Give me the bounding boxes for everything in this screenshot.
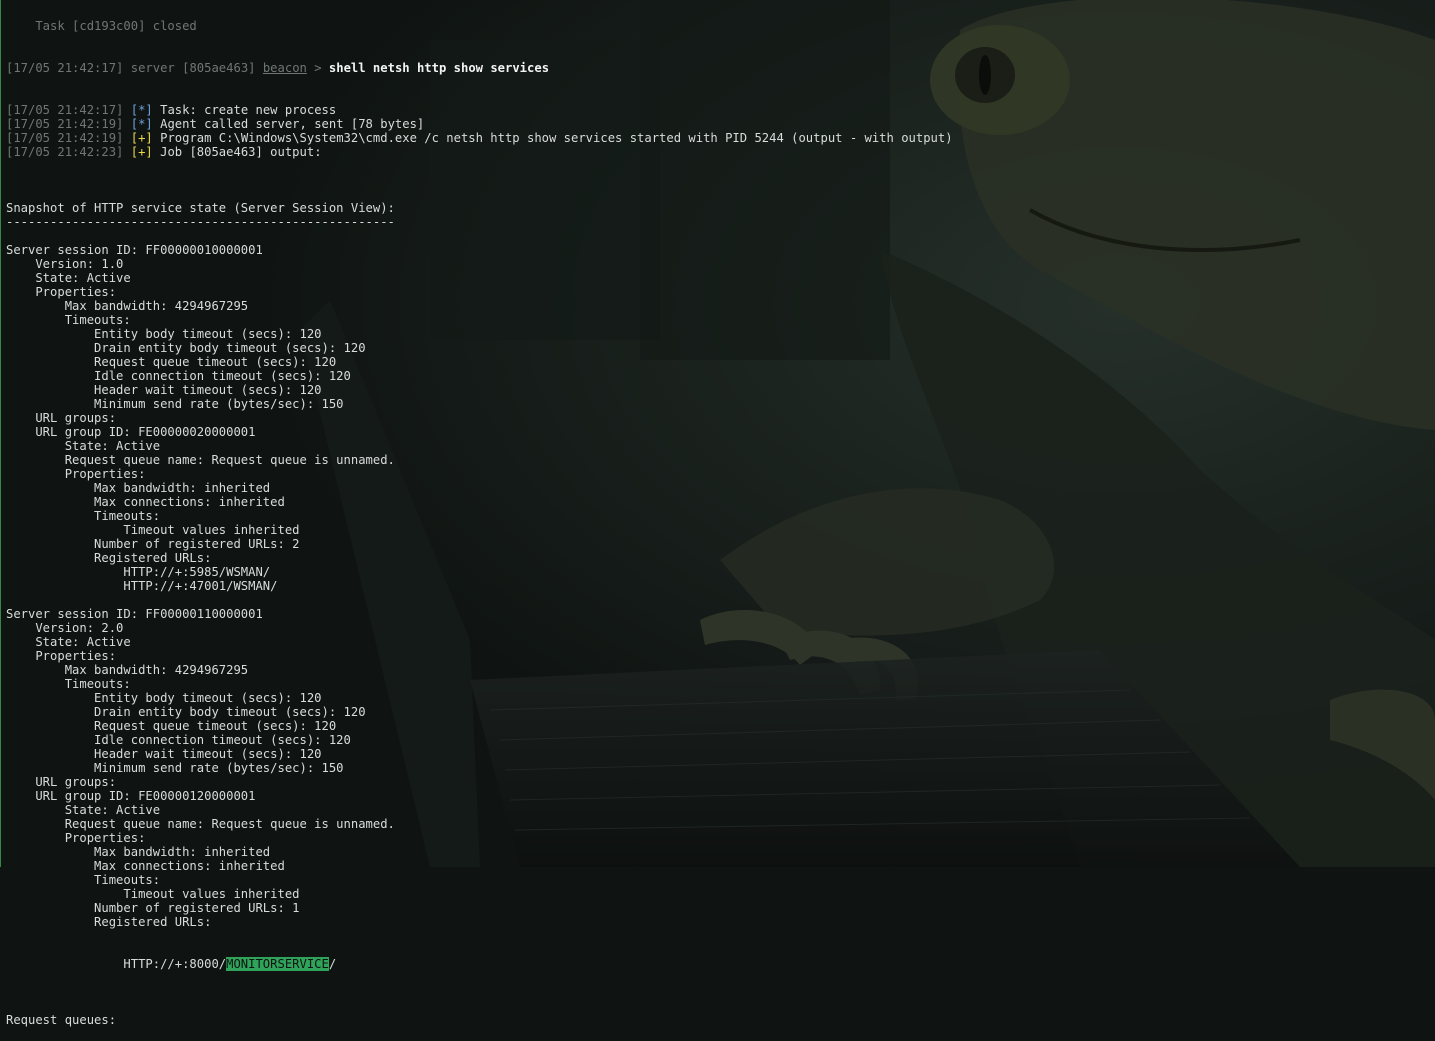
output-line: Drain entity body timeout (secs): 120: [6, 705, 366, 719]
output-line: HTTP://+:5985/WSMAN/: [6, 565, 271, 579]
output-line: Max connections: inherited: [6, 495, 285, 509]
output-line: Snapshot of HTTP service state (Server S…: [6, 201, 395, 215]
prompt-server: server: [130, 61, 175, 75]
log-timestamp: [17/05 21:42:23]: [6, 145, 124, 159]
prompt-timestamp: [17/05 21:42:17]: [6, 61, 124, 75]
output-line: Number of registered URLs: 2: [6, 537, 300, 551]
prompt-agent-id: [805ae463]: [182, 61, 256, 75]
output-line: URL groups:: [6, 411, 117, 425]
output-line: Properties:: [6, 285, 117, 299]
output-line: State: Active: [6, 803, 161, 817]
output-line: Max bandwidth: inherited: [6, 481, 271, 495]
output-line: Request queue name: Request queue is unn…: [6, 453, 395, 467]
prompt-agent-name[interactable]: beacon: [263, 61, 307, 75]
log-text: Job [805ae463] output:: [160, 145, 322, 159]
output-line: Max connections: inherited: [6, 859, 285, 873]
output-line: Max bandwidth: 4294967295: [6, 299, 249, 313]
output-line: Timeouts:: [6, 873, 161, 887]
prompt-command: shell netsh http show services: [328, 61, 550, 75]
output-line: State: Active: [6, 439, 161, 453]
output-line: Properties:: [6, 467, 146, 481]
output-line: Timeouts:: [6, 313, 131, 327]
info-marker: [*]: [130, 103, 153, 117]
output-line: Server session ID: FF00000010000001: [6, 243, 263, 257]
log-timestamp: [17/05 21:42:19]: [6, 117, 124, 131]
registered-url-line: HTTP://+:8000/MONITORSERVICE/: [6, 957, 1435, 971]
output-line: Request queue name: Request queue is unn…: [6, 817, 395, 831]
output-line: Drain entity body timeout (secs): 120: [6, 341, 366, 355]
prompt-arrow: >: [314, 61, 322, 75]
output-line: Version: 2.0: [6, 621, 124, 635]
output-line: Request queue timeout (secs): 120: [6, 355, 337, 369]
output-line: Minimum send rate (bytes/sec): 150: [6, 761, 344, 775]
highlighted-url-segment[interactable]: MONITORSERVICE: [226, 957, 329, 971]
log-text: Task: create new process: [160, 103, 337, 117]
url-prefix: HTTP://+:8000/: [6, 957, 227, 971]
log-text: Program C:\Windows\System32\cmd.exe /c n…: [160, 131, 953, 145]
url-suffix: /: [328, 957, 337, 971]
output-line: Timeouts:: [6, 677, 131, 691]
output-line: Request queue timeout (secs): 120: [6, 719, 337, 733]
output-line: Timeout values inherited: [6, 887, 300, 901]
output-line: Registered URLs:: [6, 915, 212, 929]
output-line: Idle connection timeout (secs): 120: [6, 369, 351, 383]
output-line: HTTP://+:47001/WSMAN/: [6, 579, 278, 593]
log-line: [17/05 21:42:17] [*] Task: create new pr…: [6, 103, 1435, 117]
log-line: [17/05 21:42:19] [*] Agent called server…: [6, 117, 1435, 131]
output-line: ----------------------------------------…: [6, 215, 395, 229]
terminal-output[interactable]: Task [cd193c00] closed [17/05 21:42:17] …: [6, 0, 1435, 1027]
window-left-border: [0, 0, 1, 867]
terminal-line: Task [cd193c00] closed: [6, 19, 197, 33]
success-marker: [+]: [130, 131, 153, 145]
output-line: Header wait timeout (secs): 120: [6, 383, 322, 397]
output-line: Properties:: [6, 831, 146, 845]
output-line: Number of registered URLs: 1: [6, 901, 300, 915]
output-line: Header wait timeout (secs): 120: [6, 747, 322, 761]
output-line: State: Active: [6, 635, 131, 649]
output-line: Minimum send rate (bytes/sec): 150: [6, 397, 344, 411]
log-line: [17/05 21:42:23] [+] Job [805ae463] outp…: [6, 145, 1435, 159]
log-line: [17/05 21:42:19] [+] Program C:\Windows\…: [6, 131, 1435, 145]
log-text: Agent called server, sent [78 bytes]: [160, 117, 425, 131]
output-line: Server session ID: FF00000110000001: [6, 607, 263, 621]
success-marker: [+]: [130, 145, 153, 159]
info-marker: [*]: [130, 117, 153, 131]
output-line: Idle connection timeout (secs): 120: [6, 733, 351, 747]
output-line: Entity body timeout (secs): 120: [6, 327, 322, 341]
output-line: State: Active: [6, 271, 131, 285]
output-line: URL groups:: [6, 775, 117, 789]
output-line: URL group ID: FE00000020000001: [6, 425, 256, 439]
output-line: Properties:: [6, 649, 117, 663]
output-line: Registered URLs:: [6, 551, 212, 565]
output-line: Entity body timeout (secs): 120: [6, 691, 322, 705]
output-line: Version: 1.0: [6, 257, 124, 271]
output-line: Request queues:: [6, 1013, 117, 1027]
output-line: Max bandwidth: inherited: [6, 845, 271, 859]
output-line: URL group ID: FE00000120000001: [6, 789, 256, 803]
command-prompt-line: [17/05 21:42:17] server [805ae463] beaco…: [6, 61, 1435, 75]
output-line: Timeout values inherited: [6, 523, 300, 537]
log-timestamp: [17/05 21:42:19]: [6, 131, 124, 145]
log-timestamp: [17/05 21:42:17]: [6, 103, 124, 117]
output-line: Timeouts:: [6, 509, 161, 523]
output-line: Max bandwidth: 4294967295: [6, 663, 249, 677]
